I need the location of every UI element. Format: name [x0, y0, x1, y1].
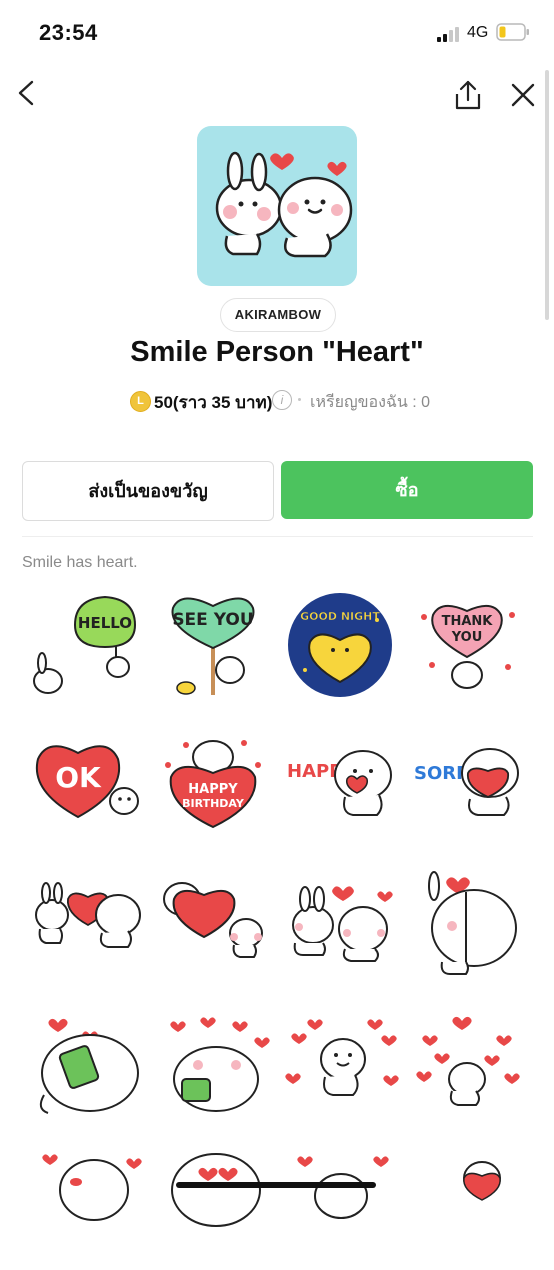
nav-bar [0, 62, 554, 124]
share-icon[interactable] [452, 78, 484, 112]
sticker-text-hello: HELLO [78, 614, 132, 632]
sticker-bunny-friends[interactable] [285, 875, 400, 990]
status-time: 23:54 [39, 20, 98, 45]
sticker-heart-hug[interactable] [158, 875, 273, 990]
sticker-text-birthday: BIRTHDAY [182, 797, 245, 810]
status-bar: 23:54 4G [0, 0, 554, 62]
sticker-sorry[interactable]: SORRY [412, 735, 527, 850]
price-label: 50(ราว 35 บาท) [154, 393, 273, 412]
battery-icon [496, 23, 529, 41]
sticker-good-night[interactable]: GOOD NIGHT [285, 590, 400, 705]
sticker-happy-birthday[interactable]: HAPPY BIRTHDAY [158, 735, 273, 850]
sticker-text-thank: THANK [442, 614, 494, 629]
separator-dot [298, 398, 301, 401]
sticker-text-you: YOU [451, 630, 483, 645]
sticker-thank-you[interactable]: THANK YOU [412, 595, 527, 710]
close-icon[interactable] [508, 80, 538, 110]
home-indicator[interactable] [176, 1182, 376, 1188]
network-label: 4G [467, 24, 489, 41]
sticker-bunny-heart[interactable] [30, 875, 145, 990]
sticker-text-happy: HAPPY [188, 782, 238, 797]
sticker-text-see-you: SEE YOU [172, 610, 253, 630]
sticker-ok[interactable]: OK [30, 735, 145, 850]
signal-icon [437, 27, 459, 42]
sticker-peek[interactable] [412, 870, 527, 985]
sticker-row5-3[interactable] [285, 1150, 400, 1265]
sticker-phone-hearts[interactable] [158, 1015, 273, 1130]
sticker-phone[interactable] [30, 1015, 145, 1130]
sticker-row5-2[interactable] [158, 1150, 273, 1265]
coin-icon: L [130, 391, 151, 412]
divider [22, 536, 533, 537]
page-title: Smile Person "Heart" [130, 336, 424, 368]
author-chip[interactable]: AKIRAMBOW [220, 298, 336, 332]
scrollbar[interactable] [545, 70, 549, 320]
sticker-happy[interactable]: HAPPY [285, 735, 400, 850]
sticker-see-you[interactable]: SEE YOU [158, 590, 273, 705]
sticker-row5-1[interactable] [30, 1150, 145, 1265]
sticker-text-ok: OK [55, 761, 102, 794]
sticker-hello[interactable]: HELLO [30, 595, 145, 710]
gift-button[interactable]: ส่งเป็นของขวัญ [22, 461, 274, 521]
info-icon[interactable]: i [272, 390, 292, 410]
pack-description: Smile has heart. [22, 554, 138, 571]
sticker-many-hearts[interactable] [412, 1015, 527, 1130]
my-coins-label: เหรียญของฉัน : 0 [310, 394, 431, 411]
sticker-row5-4[interactable] [412, 1150, 527, 1265]
buy-button[interactable]: ซื้อ [281, 461, 533, 519]
sticker-pack-main-image [197, 126, 357, 286]
sticker-surrounded-hearts[interactable] [285, 1015, 400, 1130]
sticker-text-good-night: GOOD NIGHT [300, 610, 380, 623]
back-icon[interactable] [12, 76, 42, 110]
